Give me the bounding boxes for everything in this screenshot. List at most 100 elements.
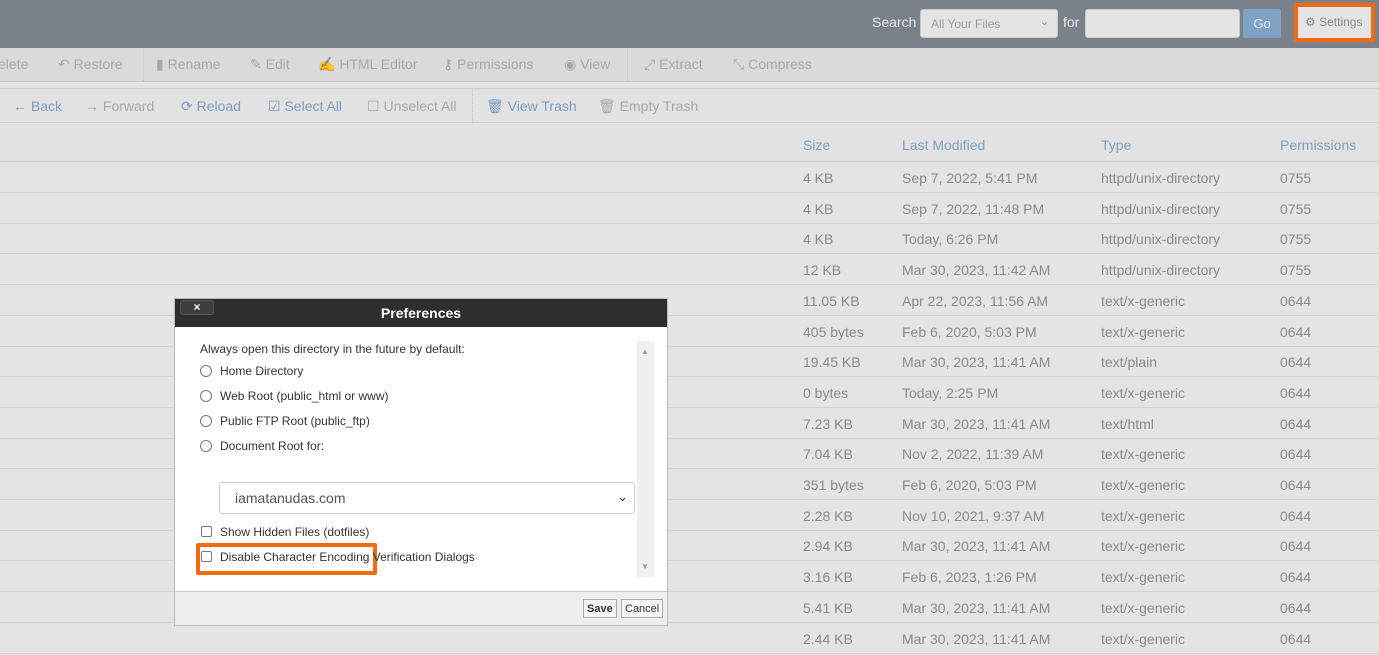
cell-type: httpd/unix-directory — [1101, 231, 1221, 248]
permissions-button[interactable]: ⚷ Permissions — [443, 56, 533, 73]
rename-button[interactable]: ▮ Rename — [156, 56, 221, 73]
for-label: for — [1063, 14, 1080, 30]
cell-size: 4 KB — [803, 170, 834, 186]
column-size[interactable]: Size — [803, 137, 830, 153]
table-row[interactable]: 4 KB Today, 6:26 PM httpd/unix-directory 07… — [0, 223, 1379, 255]
cell-type: text/plain — [1101, 354, 1158, 371]
home-directory-label[interactable]: Home Directory — [220, 364, 303, 378]
table-row[interactable]: 12 KB Mar 30, 2023, 11:42 AM httpd/unix-di… — [0, 254, 1379, 286]
reload-button[interactable]: ⟳ Reload — [181, 98, 241, 115]
document-root-label[interactable]: Document Root for: — [220, 439, 324, 453]
scroll-down-icon[interactable]: ▼ — [641, 562, 649, 571]
cell-size: 19.45 KB — [803, 354, 861, 371]
cell-last-modified: Mar 30, 2023, 11:41 AM — [902, 354, 1051, 371]
cell-permissions: 0755 — [1280, 200, 1312, 217]
settings-label: Settings — [1319, 15, 1363, 29]
divider — [143, 48, 144, 81]
cell-last-modified: Nov 2, 2022, 11:39 AM — [902, 446, 1044, 463]
close-button[interactable]: × — [180, 300, 214, 315]
cell-last-modified: Apr 22, 2023, 11:56 AM — [902, 292, 1049, 309]
cell-type: text/x-generic — [1101, 477, 1186, 493]
home-directory-radio[interactable] — [200, 365, 212, 377]
cell-last-modified: Today, 2:25 PM — [902, 384, 999, 401]
compress-button[interactable]: ⤡ Compress — [733, 56, 812, 73]
cell-last-modified: Sep 7, 2022, 5:41 PM — [902, 170, 1038, 186]
view-trash-button[interactable]: 🗑 View Trash — [486, 98, 577, 115]
column-type[interactable]: Type — [1101, 137, 1131, 153]
cell-last-modified: Sep 7, 2022, 11:48 PM — [902, 200, 1045, 217]
search-scope-select[interactable]: All Your Files ⌄ — [920, 9, 1058, 38]
cell-last-modified: Nov 10, 2021, 9:37 AM — [902, 507, 1045, 524]
delete-button[interactable]: elete — [0, 56, 28, 72]
cell-type: text/x-generic — [1101, 446, 1186, 463]
cancel-button[interactable]: Cancel — [621, 599, 664, 618]
dialog-footer: Save Cancel — [175, 591, 667, 625]
cell-size: 0 bytes — [803, 384, 849, 401]
column-last-modified[interactable]: Last Modified — [902, 137, 985, 153]
arrow-right-icon: → — [85, 98, 99, 114]
cell-type: text/x-generic — [1101, 292, 1186, 309]
cell-type: text/x-generic — [1101, 384, 1186, 401]
compress-icon: ⤡ — [733, 56, 745, 72]
divider — [627, 48, 628, 81]
cell-size: 351 bytes — [803, 477, 864, 493]
cell-permissions: 0644 — [1280, 630, 1312, 647]
cell-size: 2.94 KB — [803, 538, 853, 555]
cell-size: 405 bytes — [803, 323, 864, 340]
divider — [472, 89, 473, 122]
arrow-left-icon: ← — [13, 98, 27, 114]
forward-button[interactable]: → Forward — [85, 98, 154, 114]
select-all-button[interactable]: ☑ Select All — [268, 98, 342, 115]
cell-size: 2.44 KB — [803, 630, 853, 647]
column-permissions[interactable]: Permissions — [1280, 137, 1356, 153]
html-editor-button[interactable]: ✍ HTML Editor — [318, 56, 417, 73]
scroll-up-icon[interactable]: ▲ — [641, 347, 649, 356]
key-icon: ⚷ — [443, 56, 454, 72]
table-row[interactable]: 4 KB Sep 7, 2022, 5:41 PM httpd/unix-direc… — [0, 162, 1379, 193]
table-row[interactable]: 2.44 KB Mar 30, 2023, 11:41 AM text/x-gene… — [0, 623, 1379, 654]
cell-last-modified: Mar 30, 2023, 11:42 AM — [902, 262, 1051, 279]
cell-size: 7.23 KB — [803, 415, 853, 432]
web-root-label[interactable]: Web Root (public_html or www) — [220, 389, 389, 403]
dialog-scrollbar[interactable]: ▲ ▼ — [637, 341, 654, 577]
cell-type: httpd/unix-directory — [1101, 200, 1221, 217]
disable-encoding-checkbox[interactable] — [201, 551, 212, 562]
ftp-root-label[interactable]: Public FTP Root (public_ftp) — [220, 414, 370, 428]
view-button[interactable]: ◉ View — [564, 56, 610, 73]
gear-icon: ⚙ — [1305, 15, 1316, 29]
cell-permissions: 0644 — [1280, 507, 1312, 524]
chevron-down-icon: ⌄ — [617, 489, 628, 504]
cell-size: 7.04 KB — [803, 446, 853, 463]
cell-permissions: 0755 — [1280, 231, 1312, 248]
search-input[interactable] — [1085, 9, 1240, 38]
eye-icon: ◉ — [564, 56, 577, 72]
save-button[interactable]: Save — [583, 599, 617, 618]
table-row[interactable]: 4 KB Sep 7, 2022, 11:48 PM httpd/unix-dire… — [0, 193, 1379, 224]
document-root-radio[interactable] — [200, 440, 212, 452]
search-scope-value: All Your Files — [931, 17, 1001, 31]
show-hidden-files-checkbox[interactable] — [201, 526, 212, 537]
cell-last-modified: Mar 30, 2023, 11:41 AM — [902, 599, 1051, 616]
edit-square-icon: ✍ — [318, 56, 336, 72]
unselect-all-button[interactable]: ☐ Unselect All — [367, 98, 457, 115]
disable-encoding-label[interactable]: Disable Character Encoding Verification … — [220, 550, 475, 564]
cell-size: 5.41 KB — [803, 599, 853, 616]
cell-permissions: 0755 — [1280, 170, 1312, 186]
preferences-dialog: × Preferences Always open this directory… — [174, 298, 668, 626]
ftp-root-radio[interactable] — [200, 415, 212, 427]
empty-trash-button[interactable]: 🗑 Empty Trash — [598, 98, 698, 115]
settings-button[interactable]: ⚙ Settings — [1294, 3, 1375, 42]
restore-button[interactable]: ↶ Restore — [58, 56, 123, 73]
cell-permissions: 0644 — [1280, 323, 1312, 340]
pencil-icon: ✎ — [250, 56, 262, 72]
back-button[interactable]: ← Back — [13, 98, 62, 114]
domain-select[interactable]: iamatanudas.com ⌄ — [219, 482, 635, 514]
show-hidden-files-label[interactable]: Show Hidden Files (dotfiles) — [220, 525, 369, 539]
go-button[interactable]: Go — [1243, 9, 1281, 38]
web-root-radio[interactable] — [200, 390, 212, 402]
edit-button[interactable]: ✎ Edit — [250, 56, 290, 73]
cell-permissions: 0755 — [1280, 262, 1312, 279]
cell-permissions: 0644 — [1280, 415, 1312, 432]
trash-icon: 🗑 — [486, 98, 504, 114]
extract-button[interactable]: ⤢ Extract — [644, 56, 703, 73]
